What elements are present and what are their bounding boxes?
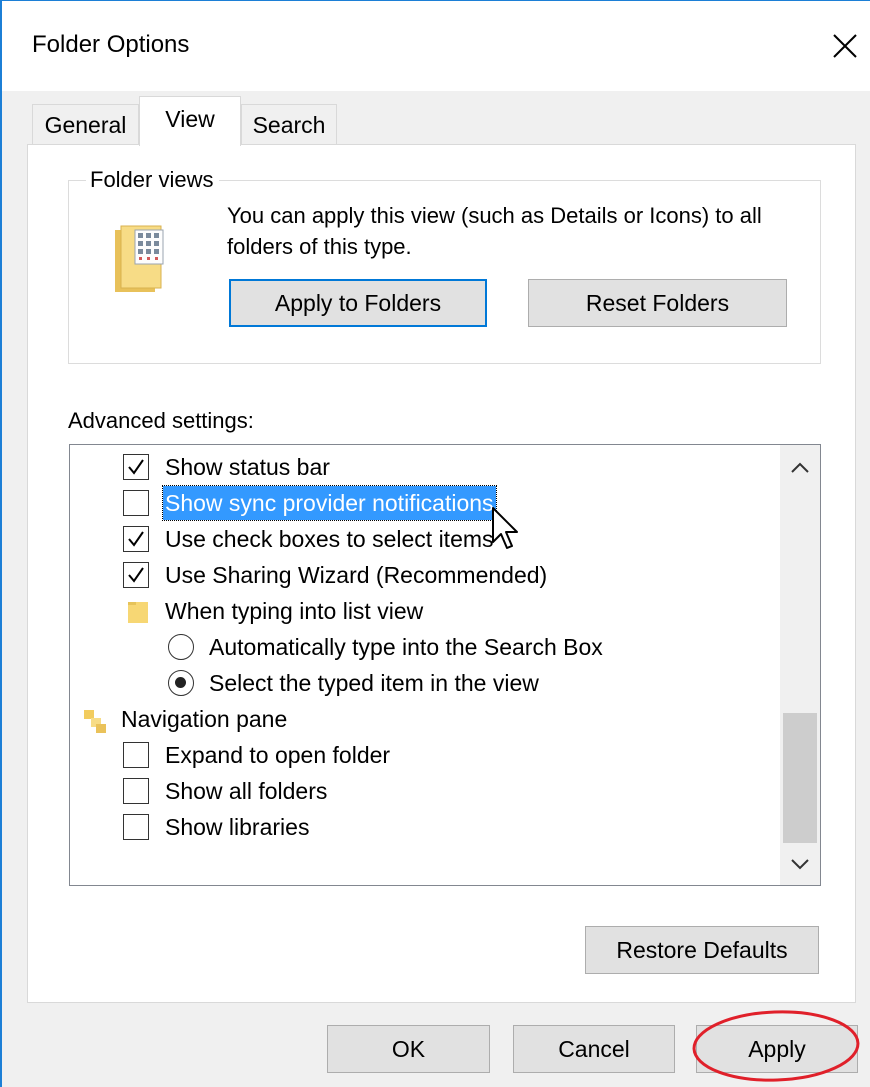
when-typing-label: When typing into list view: [165, 598, 424, 624]
scroll-up-button[interactable]: [780, 449, 820, 485]
tab-view-label: View: [165, 106, 215, 132]
folder-icon: [128, 602, 148, 623]
folder-views-description: You can apply this view (such as Details…: [227, 203, 762, 259]
chevron-down-icon: [791, 859, 809, 870]
radio-selected-dot: [175, 677, 186, 688]
setting-show-libraries[interactable]: Show libraries: [70, 810, 780, 844]
show-sync-provider-notifications-label: Show sync provider notifications: [162, 485, 497, 521]
tab-view[interactable]: View: [139, 96, 241, 146]
tab-search-label: Search: [252, 112, 326, 138]
show-sync-provider-notifications-checkbox[interactable]: [123, 490, 149, 516]
restore-defaults-button[interactable]: Restore Defaults: [585, 926, 819, 974]
auto-type-search-box-radio[interactable]: [168, 634, 194, 660]
navigation-pane-label: Navigation pane: [121, 706, 288, 732]
tab-search[interactable]: Search: [241, 104, 337, 144]
apply-to-folders-button[interactable]: Apply to Folders: [229, 279, 487, 327]
expand-to-open-folder-checkbox[interactable]: [123, 742, 149, 768]
title-bar: Folder Options: [2, 1, 870, 91]
auto-type-search-box-label: Automatically type into the Search Box: [209, 634, 603, 660]
checkmark-icon: [128, 531, 144, 547]
select-typed-item-radio[interactable]: [168, 670, 194, 696]
close-icon: [833, 34, 857, 58]
setting-use-sharing-wizard[interactable]: Use Sharing Wizard (Recommended): [70, 558, 780, 592]
tab-general-label: General: [44, 112, 127, 138]
close-button[interactable]: [828, 29, 862, 63]
reset-folders-button[interactable]: Reset Folders: [528, 279, 787, 327]
use-sharing-wizard-label: Use Sharing Wizard (Recommended): [165, 562, 548, 588]
scroll-thumb[interactable]: [783, 713, 817, 843]
show-libraries-label: Show libraries: [165, 814, 310, 840]
window-title: Folder Options: [32, 31, 190, 58]
use-check-boxes-checkbox[interactable]: [123, 526, 149, 552]
setting-auto-type-search-box[interactable]: Automatically type into the Search Box: [70, 630, 780, 664]
show-all-folders-label: Show all folders: [165, 778, 328, 804]
checkmark-icon: [128, 459, 144, 475]
setting-use-check-boxes[interactable]: Use check boxes to select items: [70, 522, 780, 556]
setting-show-all-folders[interactable]: Show all folders: [70, 774, 780, 808]
advanced-settings-label: Advanced settings:: [68, 408, 254, 433]
scroll-down-button[interactable]: [780, 847, 820, 883]
show-status-bar-checkbox[interactable]: [123, 454, 149, 480]
folder-view-icon: [115, 225, 164, 292]
cancel-button[interactable]: Cancel: [513, 1025, 675, 1073]
setting-show-status-bar[interactable]: Show status bar: [70, 450, 780, 484]
tab-general[interactable]: General: [32, 104, 139, 144]
window-border-left: [0, 0, 2, 1087]
use-check-boxes-label: Use check boxes to select items: [165, 526, 494, 552]
navigation-pane-icon: [84, 710, 106, 733]
use-sharing-wizard-checkbox[interactable]: [123, 562, 149, 588]
folder-views-title: Folder views: [86, 167, 220, 193]
setting-expand-to-open-folder[interactable]: Expand to open folder: [70, 738, 780, 772]
setting-show-sync-provider-notifications[interactable]: Show sync provider notifications: [70, 485, 780, 521]
setting-group-navigation-pane: Navigation pane: [70, 702, 780, 736]
apply-button[interactable]: Apply: [696, 1025, 858, 1073]
checkmark-icon: [128, 567, 144, 583]
show-libraries-checkbox[interactable]: [123, 814, 149, 840]
select-typed-item-label: Select the typed item in the view: [209, 670, 539, 696]
expand-to-open-folder-label: Expand to open folder: [165, 742, 391, 768]
show-all-folders-checkbox[interactable]: [123, 778, 149, 804]
advanced-settings-scrollbar[interactable]: [780, 445, 820, 885]
setting-select-typed-item[interactable]: Select the typed item in the view: [70, 666, 780, 700]
show-status-bar-label: Show status bar: [165, 454, 330, 480]
ok-button[interactable]: OK: [327, 1025, 490, 1073]
setting-group-when-typing: When typing into list view: [70, 594, 780, 628]
advanced-settings-list[interactable]: Show status bar Show sync provider notif…: [69, 444, 821, 886]
chevron-up-icon: [791, 462, 809, 473]
